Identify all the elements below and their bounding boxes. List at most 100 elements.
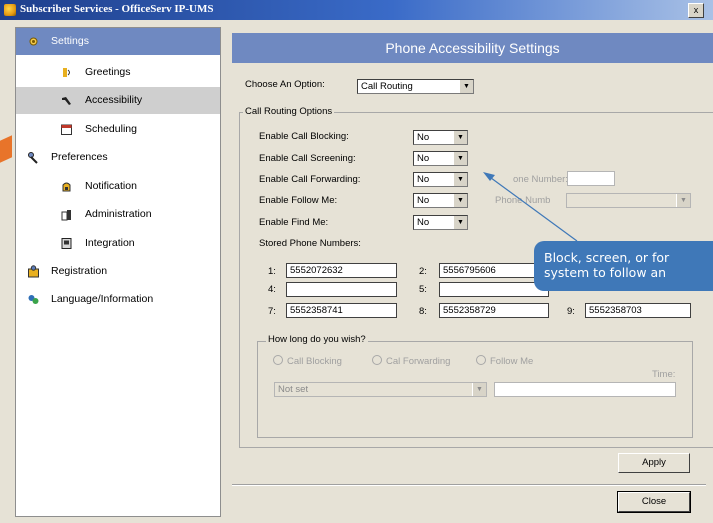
- nav-item-integration[interactable]: Integration: [16, 230, 220, 257]
- radio-call-forwarding[interactable]: Cal Forwarding: [372, 355, 450, 367]
- chevron-down-icon: ▼: [453, 194, 467, 207]
- enable-call-screening-label: Enable Call Screening:: [259, 153, 356, 164]
- chevron-down-icon: ▼: [676, 194, 690, 207]
- nav-item-notification[interactable]: Notification: [16, 173, 220, 200]
- chevron-down-icon: ▼: [459, 80, 473, 93]
- enable-call-blocking-select[interactable]: No ▼: [413, 130, 468, 145]
- chevron-down-icon: ▼: [472, 383, 486, 396]
- enable-call-forwarding-value: No: [417, 174, 430, 185]
- nav-item-preferences[interactable]: Preferences: [16, 144, 220, 171]
- enable-find-me-select[interactable]: No ▼: [413, 215, 468, 230]
- greetings-icon: [63, 68, 70, 77]
- stored-phone-numbers-label: Stored Phone Numbers:: [259, 238, 361, 249]
- enable-call-forwarding-label: Enable Call Forwarding:: [259, 174, 361, 185]
- notification-icon: [62, 182, 71, 192]
- apply-button[interactable]: Apply: [618, 453, 690, 473]
- choose-option-value: Call Routing: [361, 81, 413, 92]
- stored-number-2-input[interactable]: 5556795606: [439, 263, 549, 278]
- window-title: Subscriber Services - OfficeServ IP-UMS: [20, 3, 214, 15]
- follow-me-phone-number-label: Phone Numb: [495, 195, 551, 206]
- forwarding-phone-number-input[interactable]: [567, 171, 615, 186]
- enable-follow-me-label: Enable Follow Me:: [259, 195, 338, 206]
- nav-item-registration[interactable]: Registration: [16, 258, 220, 285]
- enable-call-blocking-label: Enable Call Blocking:: [259, 131, 349, 142]
- stored-number-2-label: 2:: [419, 266, 427, 277]
- nav-label-administration: Administration: [85, 208, 152, 220]
- stored-number-7-input[interactable]: 5552358741: [286, 303, 397, 318]
- stored-number-9-label: 9:: [567, 306, 575, 317]
- settings-icon: [29, 37, 38, 46]
- integration-icon: [61, 238, 72, 249]
- nav-label-greetings: Greetings: [85, 66, 131, 78]
- enable-call-blocking-value: No: [417, 132, 430, 143]
- radio-dot: [273, 355, 283, 365]
- accessibility-icon: [62, 97, 71, 105]
- nav-label-settings: Settings: [51, 35, 89, 47]
- language-icon: [28, 295, 39, 304]
- registration-icon: [28, 265, 39, 278]
- stored-number-9-input[interactable]: 5552358703: [585, 303, 691, 318]
- call-routing-options-title: Call Routing Options: [243, 106, 335, 117]
- stored-number-8-label: 8:: [419, 306, 427, 317]
- enable-find-me-label: Enable Find Me:: [259, 217, 329, 228]
- footer-divider: [232, 484, 706, 486]
- nav-item-language-information[interactable]: Language/Information: [16, 286, 220, 313]
- radio-follow-me-label: Follow Me: [490, 356, 534, 367]
- chevron-down-icon: ▼: [453, 173, 467, 186]
- orange-accent-decoration: [0, 135, 12, 163]
- radio-call-blocking-label: Call Blocking: [287, 356, 342, 367]
- stored-number-1-label: 1:: [268, 266, 276, 277]
- stored-number-5-input[interactable]: [439, 282, 549, 297]
- scheduling-icon: [61, 124, 72, 135]
- window-title-bar: Subscriber Services - OfficeServ IP-UMS …: [0, 0, 713, 20]
- nav-label-language-information: Language/Information: [51, 293, 154, 305]
- stored-number-7-label: 7:: [268, 306, 276, 317]
- enable-call-screening-value: No: [417, 153, 430, 164]
- time-input[interactable]: [494, 382, 676, 397]
- callout-line-2: system to follow an: [544, 265, 667, 280]
- preferences-icon: [28, 152, 38, 164]
- nav-item-accessibility[interactable]: Accessibility: [16, 87, 220, 114]
- stored-number-1-input[interactable]: 5552072632: [286, 263, 397, 278]
- nav-label-integration: Integration: [85, 237, 135, 249]
- chevron-down-icon: ▼: [453, 152, 467, 165]
- radio-dot: [372, 355, 382, 365]
- nav-label-scheduling: Scheduling: [85, 123, 137, 135]
- stored-number-5-label: 5:: [419, 284, 427, 295]
- radio-follow-me[interactable]: Follow Me: [476, 355, 533, 367]
- forwarding-phone-number-label: one Number:: [513, 174, 568, 185]
- radio-call-forwarding-label: Cal Forwarding: [386, 356, 451, 367]
- nav-label-preferences: Preferences: [51, 151, 108, 163]
- time-label: Time:: [652, 369, 676, 380]
- feature-callout: Block, screen, or for system to follow a…: [534, 241, 713, 291]
- chevron-down-icon: ▼: [453, 216, 467, 229]
- nav-item-greetings[interactable]: Greetings: [16, 59, 220, 86]
- page-title: Phone Accessibility Settings: [232, 33, 713, 63]
- administration-icon: [61, 210, 71, 221]
- enable-follow-me-value: No: [417, 195, 430, 206]
- window-close-button[interactable]: x: [688, 3, 704, 18]
- close-button[interactable]: Close: [617, 491, 691, 513]
- nav-item-administration[interactable]: Administration: [16, 201, 220, 228]
- nav-item-settings[interactable]: Settings: [16, 28, 220, 55]
- how-long-title: How long do you wish?: [266, 334, 368, 345]
- stored-number-4-input[interactable]: [286, 282, 397, 297]
- stored-number-8-input[interactable]: 5552358729: [439, 303, 549, 318]
- nav-item-scheduling[interactable]: Scheduling: [16, 116, 220, 143]
- nav-label-accessibility: Accessibility: [85, 94, 143, 106]
- duration-value: Not set: [278, 384, 309, 395]
- settings-navigation-tree: Settings Greetings Accessibility Schedul…: [15, 27, 221, 517]
- stored-number-4-label: 4:: [268, 284, 276, 295]
- app-icon: [4, 4, 16, 16]
- enable-call-screening-select[interactable]: No ▼: [413, 151, 468, 166]
- nav-label-notification: Notification: [85, 180, 137, 192]
- choose-option-select[interactable]: Call Routing ▼: [357, 79, 474, 94]
- enable-follow-me-select[interactable]: No ▼: [413, 193, 468, 208]
- enable-call-forwarding-select[interactable]: No ▼: [413, 172, 468, 187]
- radio-dot: [476, 355, 486, 365]
- follow-me-phone-number-select[interactable]: ▼: [566, 193, 691, 208]
- radio-call-blocking[interactable]: Call Blocking: [273, 355, 342, 367]
- choose-option-label: Choose An Option:: [245, 79, 325, 90]
- nav-label-registration: Registration: [51, 265, 108, 277]
- duration-select[interactable]: Not set ▼: [274, 382, 487, 397]
